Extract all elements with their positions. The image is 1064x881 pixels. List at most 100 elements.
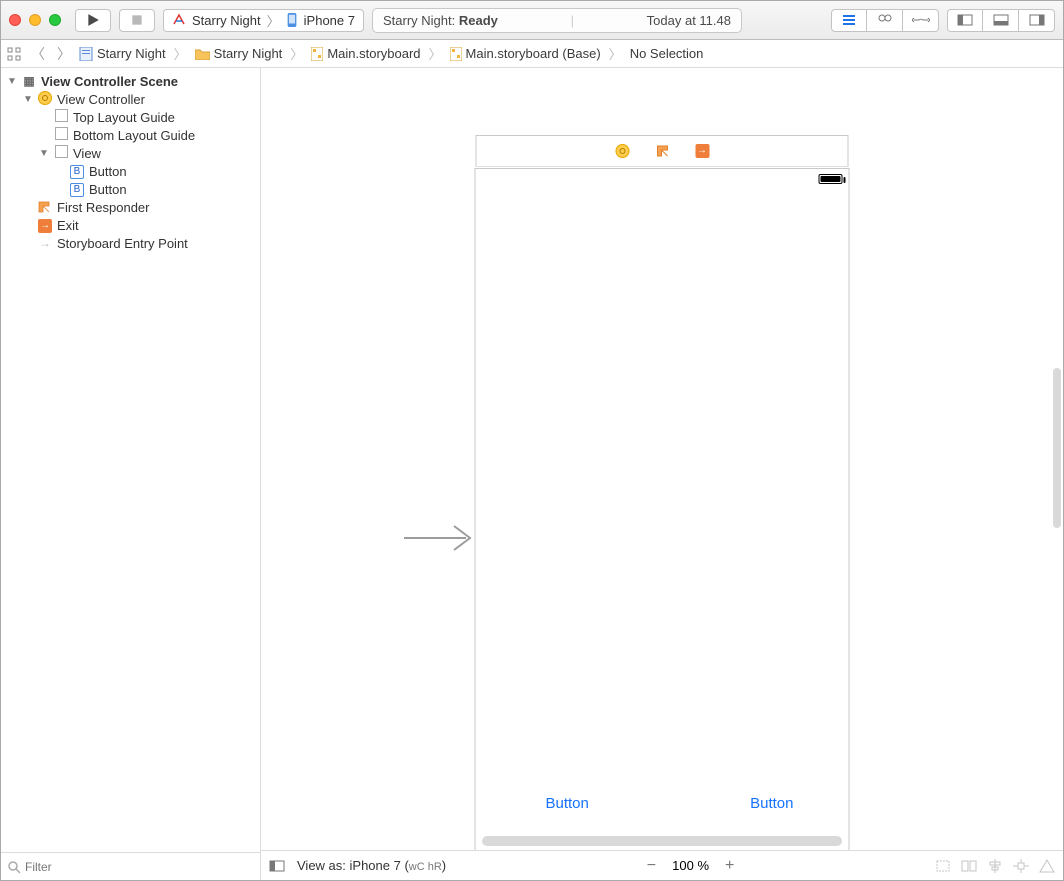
view-icon [55, 145, 68, 158]
outline-top-layout-guide[interactable]: Top Layout Guide [1, 108, 260, 126]
outline-button-1[interactable]: B Button [1, 162, 260, 180]
assistant-editor-icon [877, 13, 893, 27]
toolbar: Starry Night 〉 iPhone 7 Starry Night: Re… [1, 1, 1063, 40]
left-panel-icon [957, 14, 973, 26]
device-icon [286, 13, 298, 27]
close-window[interactable] [9, 14, 21, 26]
outline-bottom-layout-guide[interactable]: Bottom Layout Guide [1, 126, 260, 144]
activity-viewer[interactable]: Starry Night: Ready | Today at 11.48 [372, 8, 742, 33]
canvas-button-2[interactable]: Button [750, 795, 793, 812]
interface-builder-editor: → Button Button View as: iPhone 7 (wC hR… [261, 68, 1063, 880]
view-controller-icon [38, 91, 52, 105]
scene-dock-exit[interactable]: → [694, 143, 710, 159]
storyboard-icon [311, 47, 323, 61]
storyboard-base-icon [450, 47, 462, 61]
zoom-out-button[interactable]: − [641, 857, 662, 875]
layout-guide-icon [55, 127, 68, 140]
app-icon [172, 13, 186, 27]
run-button[interactable] [75, 9, 111, 32]
disclosure-icon[interactable]: ▼ [23, 94, 33, 105]
filter-input[interactable] [25, 860, 254, 874]
version-editor-button[interactable] [903, 9, 939, 32]
toggle-navigator-button[interactable] [947, 9, 983, 32]
canvas-button-1[interactable]: Button [546, 795, 589, 812]
scene-dock: → [476, 135, 849, 167]
main-split: ▼ ▦ View Controller Scene ▼ View Control… [1, 68, 1063, 880]
update-frames-button[interactable] [935, 859, 951, 873]
zoom-in-button[interactable]: + [719, 857, 740, 875]
scene-icon: ▦ [21, 74, 37, 88]
canvas-bottom-bar: View as: iPhone 7 (wC hR) − 100 % + [261, 850, 1063, 880]
disclosure-icon[interactable]: ▼ [7, 76, 17, 87]
resolve-issues-button[interactable] [1039, 859, 1055, 873]
embed-stack-button[interactable] [961, 859, 977, 873]
canvas-vertical-scrollbar[interactable] [1053, 368, 1061, 528]
status-left: Starry Night: Ready [383, 13, 498, 28]
project-icon [79, 47, 93, 61]
toggle-utilities-button[interactable] [1019, 9, 1055, 32]
toggle-outline-button[interactable] [269, 860, 287, 872]
outline-filter [1, 852, 260, 880]
layout-buttons [935, 859, 1055, 873]
layout-guide-icon [55, 109, 68, 122]
outline-button-2[interactable]: B Button [1, 180, 260, 198]
first-responder-icon [37, 200, 53, 214]
entry-point-icon: → [37, 236, 53, 250]
ios-status-bar [476, 169, 849, 189]
assistant-editor-button[interactable] [867, 9, 903, 32]
scene-dock-view-controller[interactable] [614, 143, 630, 159]
outline-entry-point[interactable]: → Storyboard Entry Point [1, 234, 260, 252]
disclosure-icon[interactable]: ▼ [39, 148, 49, 159]
zoom-level[interactable]: 100 % [672, 858, 709, 873]
standard-editor-button[interactable] [831, 9, 867, 32]
scheme-separator: 〉 [267, 11, 280, 30]
scheme-selector[interactable]: Starry Night 〉 iPhone 7 [163, 9, 364, 32]
scene-dock-first-responder[interactable] [654, 143, 670, 159]
canvas[interactable]: → Button Button [261, 68, 1063, 850]
document-outline: ▼ ▦ View Controller Scene ▼ View Control… [1, 68, 261, 880]
editor-mode-group [831, 9, 939, 32]
align-button[interactable] [987, 859, 1003, 873]
stop-icon [130, 13, 144, 27]
window-controls [9, 14, 61, 26]
jumpbar-selection[interactable]: No Selection [630, 46, 704, 61]
outline-view[interactable]: ▼ View [1, 144, 260, 162]
device-frame[interactable]: → Button Button [475, 168, 850, 850]
canvas-horizontal-scrollbar[interactable] [482, 836, 842, 846]
nav-back[interactable]: 〈 [27, 44, 49, 64]
button-icon: B [70, 165, 84, 179]
outline-first-responder[interactable]: First Responder [1, 198, 260, 216]
minimize-window[interactable] [29, 14, 41, 26]
status-time: Today at 11.48 [647, 13, 731, 28]
scheme-target: Starry Night [192, 13, 261, 28]
storyboard-entry-arrow[interactable] [404, 523, 474, 553]
right-panel-icon [1029, 14, 1045, 26]
pin-button[interactable] [1013, 859, 1029, 873]
version-editor-icon [912, 14, 930, 26]
button-icon: B [70, 183, 84, 197]
panel-toggle-group [947, 9, 1055, 32]
outline-scene[interactable]: ▼ ▦ View Controller Scene [1, 72, 260, 90]
view-as-label[interactable]: View as: iPhone 7 (wC hR) [297, 858, 446, 873]
jumpbar-file[interactable]: Main.storyboard [311, 46, 420, 61]
outline-exit[interactable]: → Exit [1, 216, 260, 234]
bottom-panel-icon [993, 14, 1009, 26]
outline-view-controller[interactable]: ▼ View Controller [1, 90, 260, 108]
jump-bar: 〈 〉 Starry Night 〉 Starry Night 〉 Main.s… [1, 40, 1063, 68]
filter-icon [7, 860, 25, 874]
folder-icon [195, 48, 210, 60]
jumpbar-folder[interactable]: Starry Night [195, 46, 283, 61]
related-items-icon[interactable] [7, 47, 23, 61]
battery-icon [819, 174, 843, 184]
play-icon [86, 13, 100, 27]
jumpbar-project[interactable]: Starry Night [79, 46, 166, 61]
outline-list: ▼ ▦ View Controller Scene ▼ View Control… [1, 68, 260, 852]
exit-icon: → [38, 219, 52, 233]
nav-forward[interactable]: 〉 [53, 44, 75, 64]
stop-button[interactable] [119, 9, 155, 32]
jumpbar-sub[interactable]: Main.storyboard (Base) [450, 46, 601, 61]
standard-editor-icon [841, 14, 857, 26]
scheme-device: iPhone 7 [304, 13, 355, 28]
zoom-window[interactable] [49, 14, 61, 26]
toggle-debug-button[interactable] [983, 9, 1019, 32]
